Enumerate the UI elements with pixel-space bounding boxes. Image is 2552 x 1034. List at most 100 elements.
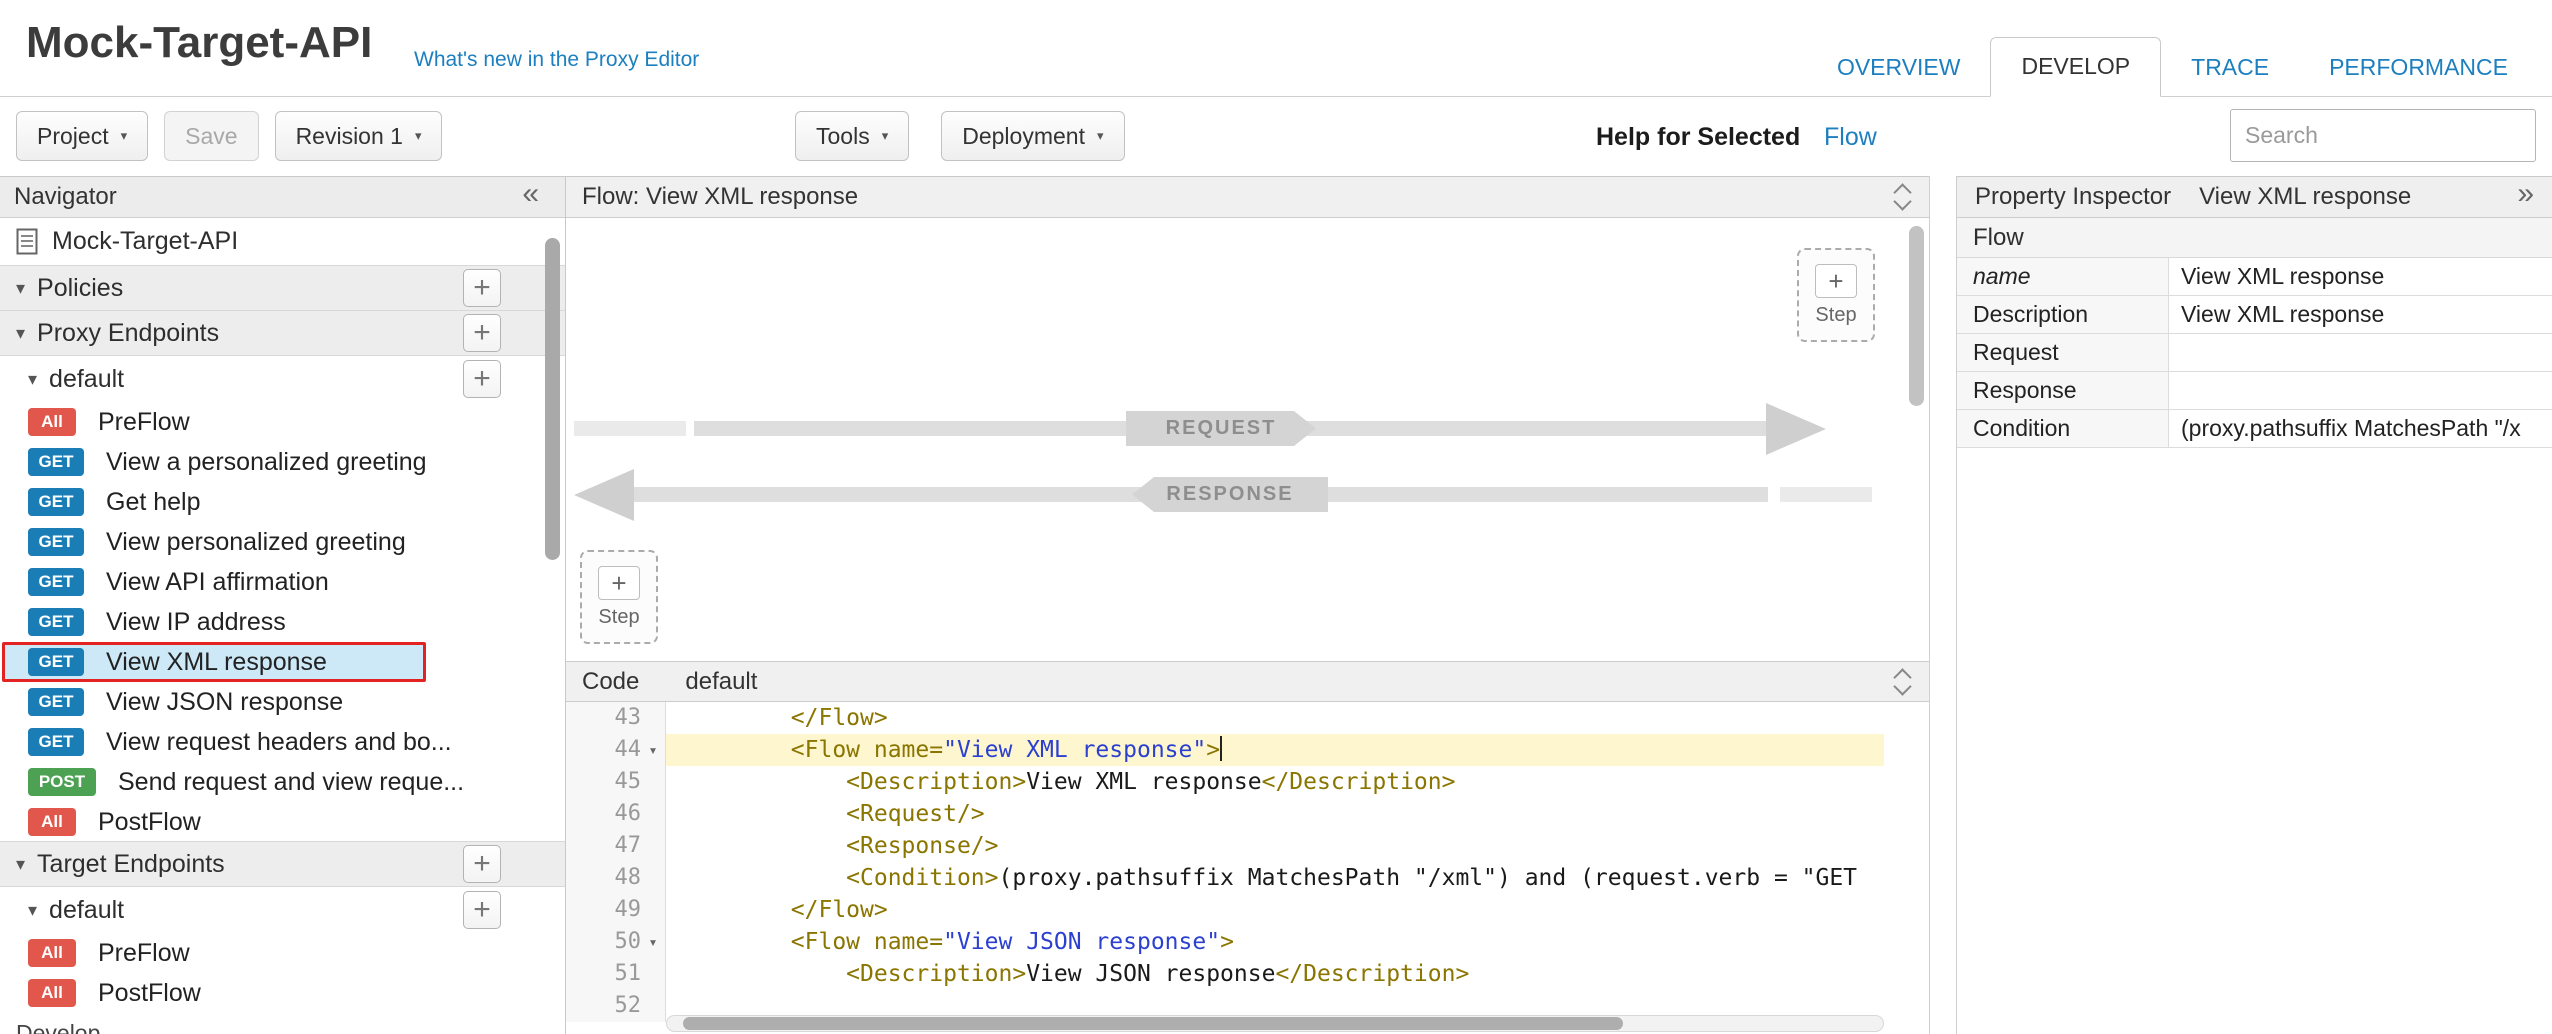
method-badge: All <box>28 979 76 1007</box>
nav-item-label: View API affirmation <box>106 568 329 597</box>
plus-icon: + <box>1815 264 1857 298</box>
nav-item-proxy-root[interactable]: Mock-Target-API <box>0 218 565 266</box>
prop-label: Response <box>1957 372 2169 409</box>
code-token: </Description> <box>1262 769 1456 795</box>
nav-item-view-request-headers-and-bo[interactable]: GETView request headers and bo... <box>0 722 565 762</box>
add-target-endpoint-button[interactable]: + <box>463 845 501 883</box>
deployment-dropdown[interactable]: Deployment ▾ <box>941 111 1124 161</box>
line-number-gutter: 46 <box>566 798 666 830</box>
code-token: </Flow> <box>791 897 888 923</box>
prop-row-request: Request <box>1957 334 2552 372</box>
code-token <box>680 865 846 891</box>
code-line-text[interactable]: <Request/> <box>666 798 1884 830</box>
nav-item-label: PreFlow <box>98 939 190 968</box>
line-number-gutter: 49 <box>566 894 666 926</box>
nav-item-view-xml-response[interactable]: GETView XML response <box>2 642 426 682</box>
collapse-navigator-icon[interactable]: « <box>522 177 539 211</box>
save-button[interactable]: Save <box>164 111 258 161</box>
add-proxy-endpoint-button[interactable]: + <box>463 314 501 352</box>
code-line-text[interactable]: <Response/> <box>666 830 1884 862</box>
code-line-text[interactable]: <Flow name="View JSON response"> <box>666 926 1884 958</box>
nav-section-proxy-endpoints[interactable]: ▾ Proxy Endpoints + <box>0 310 565 356</box>
fold-toggle-icon[interactable]: ▾ <box>641 734 665 766</box>
nav-item-view-json-response[interactable]: GETView JSON response <box>0 682 565 722</box>
code-panel-title: Code <box>582 668 639 696</box>
code-token: View JSON response <box>1026 961 1275 987</box>
code-line-text[interactable]: </Flow> <box>666 894 1884 926</box>
code-tab-default[interactable]: default <box>685 668 757 696</box>
nav-item-postflow[interactable]: All PostFlow <box>0 973 565 1013</box>
nav-section-target-endpoints[interactable]: ▾ Target Endpoints + <box>0 841 565 887</box>
code-line-text[interactable]: <Flow name="View XML response"> <box>666 734 1884 766</box>
nav-section-policies[interactable]: ▾ Policies + <box>0 265 565 311</box>
project-dropdown[interactable]: Project ▾ <box>16 111 148 161</box>
tab-trace[interactable]: TRACE <box>2161 39 2299 97</box>
line-number: 48 <box>615 862 642 894</box>
prop-value[interactable]: (proxy.pathsuffix MatchesPath "/x <box>2169 410 2552 447</box>
tab-performance[interactable]: PERFORMANCE <box>2299 39 2538 97</box>
disclosure-icon: ▾ <box>16 854 25 875</box>
nav-item-view-a-personalized-greeting[interactable]: GETView a personalized greeting <box>0 442 565 482</box>
line-number: 49 <box>615 894 642 926</box>
prop-value[interactable]: View XML response <box>2169 296 2552 333</box>
search-input[interactable] <box>2230 109 2536 162</box>
prop-value[interactable] <box>2169 334 2552 371</box>
code-line-text[interactable]: <Condition>(proxy.pathsuffix MatchesPath… <box>666 862 1884 894</box>
collapse-expand-code-icon[interactable] <box>1893 667 1913 697</box>
nav-item-preflow[interactable]: AllPreFlow <box>0 933 565 973</box>
code-line: 50▾ <Flow name="View JSON response"> <box>566 926 1884 958</box>
add-request-step-button[interactable]: + Step <box>1797 248 1875 342</box>
flow-canvas-scrollbar[interactable] <box>1909 226 1924 406</box>
tools-dropdown[interactable]: Tools ▾ <box>795 111 909 161</box>
nav-item-send-request-and-view-reque[interactable]: POSTSend request and view reque... <box>0 762 565 802</box>
code-line-text[interactable]: <Description>View JSON response</Descrip… <box>666 958 1884 990</box>
nav-item-label: View personalized greeting <box>106 528 406 557</box>
property-section-flow: Flow <box>1957 218 2552 258</box>
fold-toggle-icon[interactable]: ▾ <box>641 926 665 958</box>
code-token <box>680 737 791 763</box>
target-endpoints-section-label: Target Endpoints <box>37 850 225 879</box>
tab-overview[interactable]: OVERVIEW <box>1807 39 1991 97</box>
navigator-header: Navigator « <box>0 176 565 218</box>
code-line: 47 <Response/> <box>566 830 1884 862</box>
response-flow-label: RESPONSE <box>1132 477 1328 512</box>
revision-dropdown[interactable]: Revision 1 ▾ <box>275 111 443 161</box>
line-number: 46 <box>615 798 642 830</box>
page-title: Mock-Target-API <box>26 18 372 68</box>
code-token: "View XML response" <box>943 737 1206 763</box>
nav-item-postflow[interactable]: AllPostFlow <box>0 802 565 842</box>
code-token <box>680 929 791 955</box>
add-proxy-flow-button[interactable]: + <box>463 360 501 398</box>
tab-develop[interactable]: DEVELOP <box>1990 37 2161 97</box>
expand-property-inspector-icon[interactable]: » <box>2517 177 2534 211</box>
collapse-expand-flow-icon[interactable] <box>1893 182 1913 212</box>
navigator-scrollbar[interactable] <box>545 238 560 560</box>
prop-value[interactable]: View XML response <box>2169 258 2552 295</box>
add-response-step-button[interactable]: + Step <box>580 550 658 644</box>
code-horizontal-scrollbar-thumb[interactable] <box>683 1017 1623 1030</box>
nav-group-proxy-default[interactable]: ▾ default + <box>0 356 565 402</box>
nav-group-target-default[interactable]: ▾ default + <box>0 887 565 933</box>
line-number: 50 <box>615 926 642 958</box>
code-line-text[interactable]: <Description>View XML response</Descript… <box>666 766 1884 798</box>
nav-item-view-api-affirmation[interactable]: GETView API affirmation <box>0 562 565 602</box>
chevron-down-icon: ▾ <box>121 128 128 144</box>
prop-label: Request <box>1957 334 2169 371</box>
nav-item-preflow[interactable]: AllPreFlow <box>0 402 565 442</box>
help-for-selected-label: Help for Selected <box>1596 123 1800 152</box>
prop-value[interactable] <box>2169 372 2552 409</box>
line-number-gutter: 52 <box>566 990 666 1022</box>
help-flow-link[interactable]: Flow <box>1824 123 1877 152</box>
clipped-bottom-text: Develop <box>16 1020 100 1034</box>
add-target-flow-button[interactable]: + <box>463 891 501 929</box>
nav-item-label: PostFlow <box>98 979 201 1008</box>
add-policy-button[interactable]: + <box>463 269 501 307</box>
code-editor[interactable]: 43 </Flow>44▾ <Flow name="View XML respo… <box>566 702 1929 1034</box>
method-badge: GET <box>28 528 84 556</box>
header-tabs: OVERVIEWDEVELOPTRACEPERFORMANCE <box>1807 37 2538 97</box>
nav-item-view-personalized-greeting[interactable]: GET View personalized greeting <box>0 522 565 562</box>
nav-item-view-ip-address[interactable]: GETView IP address <box>0 602 565 642</box>
nav-item-get-help[interactable]: GETGet help <box>0 482 565 522</box>
code-line-text[interactable]: </Flow> <box>666 702 1884 734</box>
whats-new-link[interactable]: What's new in the Proxy Editor <box>414 48 699 72</box>
